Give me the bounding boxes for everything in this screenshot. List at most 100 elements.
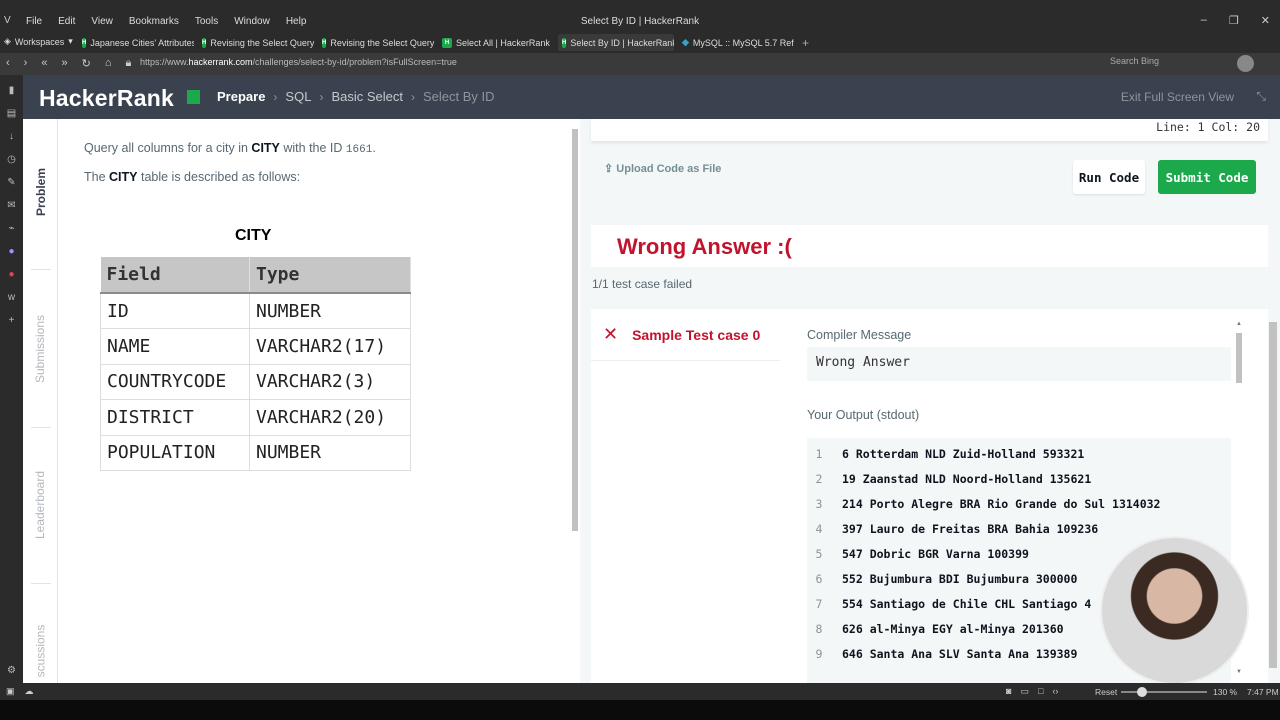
run-code-button[interactable]: Run Code	[1073, 160, 1145, 194]
table-row: POPULATION NUMBER	[100, 435, 411, 471]
problem-panel: Query all columns for a city in CITY wit…	[58, 119, 568, 683]
upload-code-button[interactable]: ⇪ Upload Code as File	[604, 162, 721, 175]
history-icon[interactable]: ◷	[6, 154, 17, 165]
profile-avatar[interactable]	[1237, 55, 1254, 72]
tab-label: Select By ID | HackerRank	[570, 37, 674, 48]
line-number: 8	[815, 621, 823, 636]
panel-toggle-icon[interactable]: ▣	[6, 686, 15, 697]
text: Query all columns for a city in	[84, 141, 252, 155]
browser-statusbar: ▣ ☁ ◙ ▭ □ ‹› Reset 130 % 7:47 PM	[0, 683, 1280, 700]
problem-statement: Query all columns for a city in CITY wit…	[84, 141, 376, 156]
browser-tab-active[interactable]: H Select By ID | HackerRank	[558, 34, 674, 51]
reload-icon[interactable]: ↻	[82, 57, 91, 70]
vivaldi-red-icon[interactable]: ●	[6, 269, 17, 280]
tab-problem-label: Problem	[33, 167, 48, 217]
url-field[interactable]: https://www.hackerrank.com/challenges/se…	[140, 57, 1070, 67]
browser-tab[interactable]: H Revising the Select Query II	[318, 34, 434, 51]
fast-forward-icon[interactable]: »	[61, 57, 67, 70]
breadcrumb-current: Select By ID	[422, 89, 495, 104]
notes-icon[interactable]: ✎	[6, 177, 17, 188]
type-cell: VARCHAR2(17)	[249, 328, 411, 365]
mail-icon[interactable]: ✉	[6, 200, 17, 211]
output-line: 1 6 Rotterdam NLD Zuid-Holland 593321	[807, 441, 1231, 466]
scrollbar-thumb[interactable]	[1236, 333, 1242, 383]
line-number: 9	[815, 646, 823, 661]
tab-sample-test-case[interactable]: ✕ Sample Test case 0	[591, 309, 780, 361]
bookmark-icon[interactable]: ▮	[6, 85, 17, 96]
forward-icon[interactable]: ›	[24, 57, 28, 70]
table-name: CITY	[251, 141, 280, 155]
tab-problem[interactable]: Problem	[23, 155, 58, 229]
divider	[31, 427, 51, 428]
test-summary: 1/1 test case failed	[592, 277, 693, 291]
panel-scrollbar[interactable]	[1269, 322, 1277, 668]
breadcrumb-prepare[interactable]: Prepare	[217, 89, 265, 104]
zoom-slider-handle[interactable]	[1137, 687, 1147, 697]
reading-list-icon[interactable]: ▤	[6, 108, 17, 119]
tab-submissions[interactable]: Submissions	[23, 299, 58, 399]
home-icon[interactable]: ⌂	[105, 57, 112, 70]
tab-label: Japanese Cities' Attributes |	[90, 37, 194, 48]
breadcrumb-sql[interactable]: SQL	[285, 89, 311, 104]
add-panel-icon[interactable]: +	[6, 315, 17, 326]
output-line: 2 19 Zaanstad NLD Noord-Holland 135621	[807, 466, 1231, 491]
code-editor[interactable]: Line: 1 Col: 20	[591, 119, 1268, 141]
mastodon-icon[interactable]: ●	[6, 246, 17, 257]
feed-icon[interactable]: ⌁	[6, 223, 17, 234]
hackerrank-logo[interactable]: HackerRank	[39, 85, 174, 112]
tab-submissions-label: Submissions	[33, 314, 48, 384]
type-cell: VARCHAR2(20)	[249, 399, 411, 436]
tab-leaderboard[interactable]: Leaderboard	[23, 455, 58, 555]
minimize-icon[interactable]: –	[1201, 14, 1207, 27]
tab-label: Revising the Select Query I |	[210, 37, 314, 48]
problem-scrollbar[interactable]	[572, 129, 578, 531]
cloud-sync-icon[interactable]: ☁	[25, 686, 34, 697]
output-line: 3 214 Porto Alegre BRA Rio Grande do Sul …	[807, 491, 1231, 516]
browser-tab[interactable]: H Select All | HackerRank	[438, 34, 554, 51]
table-row: DISTRICT VARCHAR2(20)	[100, 399, 411, 436]
image-icon[interactable]: ▭	[1020, 686, 1029, 697]
type-cell: NUMBER	[249, 435, 411, 471]
bottom-border	[0, 700, 1280, 720]
submit-code-button[interactable]: Submit Code	[1158, 160, 1256, 194]
scroll-up-icon[interactable]: ▲	[1235, 321, 1243, 327]
rewind-icon[interactable]: «	[41, 57, 47, 70]
browser-menubar: V File Edit View Bookmarks Tools Window …	[0, 0, 1280, 32]
browser-tabbar: ◈ Workspaces ▾ H Japanese Cities' Attrib…	[0, 32, 1280, 53]
line-number: 2	[815, 471, 823, 486]
test-case-label: Sample Test case 0	[632, 326, 761, 343]
tab-discussions[interactable]: scussions	[23, 619, 58, 683]
line-text: 19 Zaanstad NLD Noord-Holland 135621	[842, 471, 1092, 486]
url-path: /challenges/select-by-id/problem?isFullS…	[252, 57, 457, 67]
camera-icon[interactable]: ◙	[1006, 686, 1011, 697]
fail-x-icon: ✕	[603, 324, 619, 344]
zoom-reset-button[interactable]: Reset	[1095, 687, 1117, 697]
workspaces-button[interactable]: ◈ Workspaces ▾	[4, 36, 73, 47]
close-icon[interactable]: ✕	[1261, 14, 1270, 27]
window-icon[interactable]: □	[1038, 686, 1043, 697]
browser-tab[interactable]: ◆ MySQL :: MySQL 5.7 Refere	[678, 34, 794, 51]
search-input[interactable]: Search Bing	[1094, 56, 1230, 72]
type-cell: VARCHAR2(3)	[249, 364, 411, 400]
table-row: ID NUMBER	[100, 293, 411, 329]
collapse-icon[interactable]: ⤡	[1256, 89, 1266, 104]
wikipedia-icon[interactable]: w	[6, 292, 17, 303]
restore-icon[interactable]: ❐	[1229, 14, 1239, 27]
text: .	[372, 141, 376, 155]
new-tab-icon[interactable]: +	[798, 34, 813, 51]
line-text: 626 al-Minya EGY al-Minya 201360	[842, 621, 1064, 636]
chevron-right-icon: ›	[319, 89, 324, 104]
breadcrumb-basic-select[interactable]: Basic Select	[331, 89, 403, 104]
type-cell: NUMBER	[249, 293, 411, 329]
settings-gear-icon[interactable]: ⚙	[6, 665, 17, 676]
hackerrank-favicon-icon: H	[202, 37, 207, 48]
back-icon[interactable]: ‹	[6, 57, 10, 70]
browser-tab[interactable]: H Revising the Select Query I |	[198, 34, 314, 51]
code-icon[interactable]: ‹›	[1052, 686, 1058, 697]
scroll-down-icon[interactable]: ▼	[1235, 669, 1243, 675]
zoom-slider[interactable]	[1121, 691, 1207, 693]
exit-fullscreen-link[interactable]: Exit Full Screen View	[1121, 90, 1234, 104]
browser-tab[interactable]: H Japanese Cities' Attributes |	[78, 34, 194, 51]
download-icon[interactable]: ↓	[6, 131, 17, 142]
upload-icon: ⇪	[604, 163, 614, 175]
